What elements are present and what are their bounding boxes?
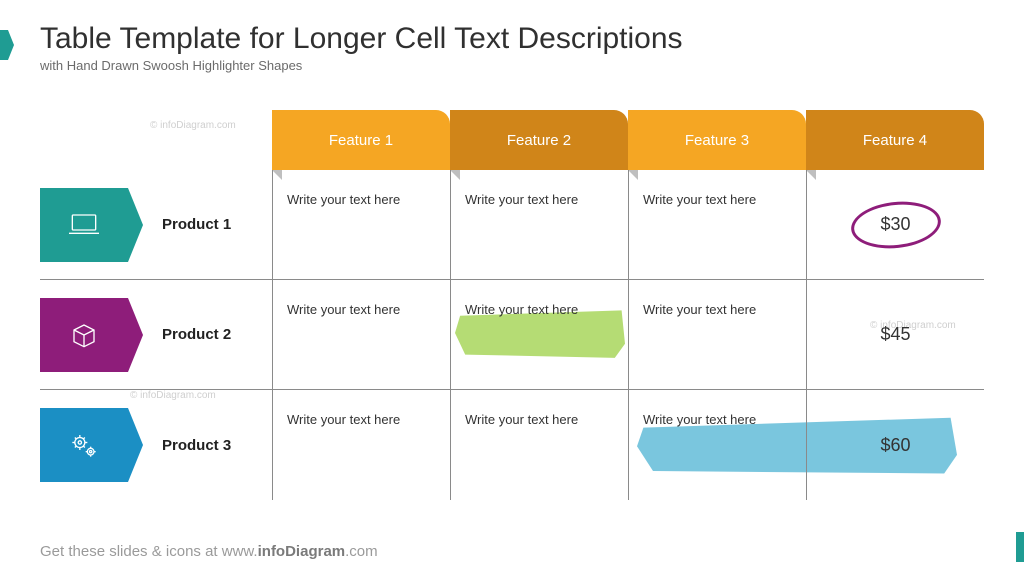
table-row: Product 1 Write your text here Write you… <box>40 170 984 280</box>
cell-r2c4-price: $45 <box>806 280 984 389</box>
comparison-table: Feature 1 Feature 2 Feature 3 Feature 4 … <box>40 110 984 500</box>
table-row: Product 2 Write your text here Write you… <box>40 280 984 390</box>
page-subtitle: with Hand Drawn Swoosh Highlighter Shape… <box>40 58 984 73</box>
cell-r1c2: Write your text here <box>450 170 628 279</box>
cell-r1c4-price: $30 <box>806 170 984 279</box>
column-header-feature-2: Feature 2 <box>450 110 628 170</box>
footer-suffix: .com <box>345 543 378 560</box>
cell-r3c3: Write your text here <box>628 390 806 500</box>
cell-r3c4-price: $60 <box>806 390 984 500</box>
accent-right <box>1016 532 1024 562</box>
footer-attribution: Get these slides & icons at www.infoDiag… <box>40 543 378 560</box>
box-icon <box>40 298 128 372</box>
table-row: Product 3 Write your text here Write you… <box>40 390 984 500</box>
cell-r3c2: Write your text here <box>450 390 628 500</box>
laptop-icon <box>40 188 128 262</box>
gears-icon <box>40 408 128 482</box>
page-title: Table Template for Longer Cell Text Desc… <box>40 22 984 56</box>
footer-prefix: Get these slides & icons at www. <box>40 543 258 560</box>
accent-left <box>0 30 8 60</box>
table-rows: Product 1 Write your text here Write you… <box>40 170 984 500</box>
column-headers: Feature 1 Feature 2 Feature 3 Feature 4 <box>272 110 984 170</box>
row-label-product-3: Product 3 <box>128 390 272 500</box>
cell-r3c1: Write your text here <box>272 390 450 500</box>
column-header-feature-4: Feature 4 <box>806 110 984 170</box>
cell-r2c3: Write your text here <box>628 280 806 389</box>
row-label-product-2: Product 2 <box>128 280 272 389</box>
footer-bold: infoDiagram <box>258 543 346 560</box>
cell-r2c2: Write your text here <box>450 280 628 389</box>
column-header-feature-3: Feature 3 <box>628 110 806 170</box>
column-header-feature-1: Feature 1 <box>272 110 450 170</box>
cell-r1c1: Write your text here <box>272 170 450 279</box>
row-label-product-1: Product 1 <box>128 170 272 279</box>
cell-r2c1: Write your text here <box>272 280 450 389</box>
slide-header: Table Template for Longer Cell Text Desc… <box>0 0 1024 77</box>
cell-r1c3: Write your text here <box>628 170 806 279</box>
